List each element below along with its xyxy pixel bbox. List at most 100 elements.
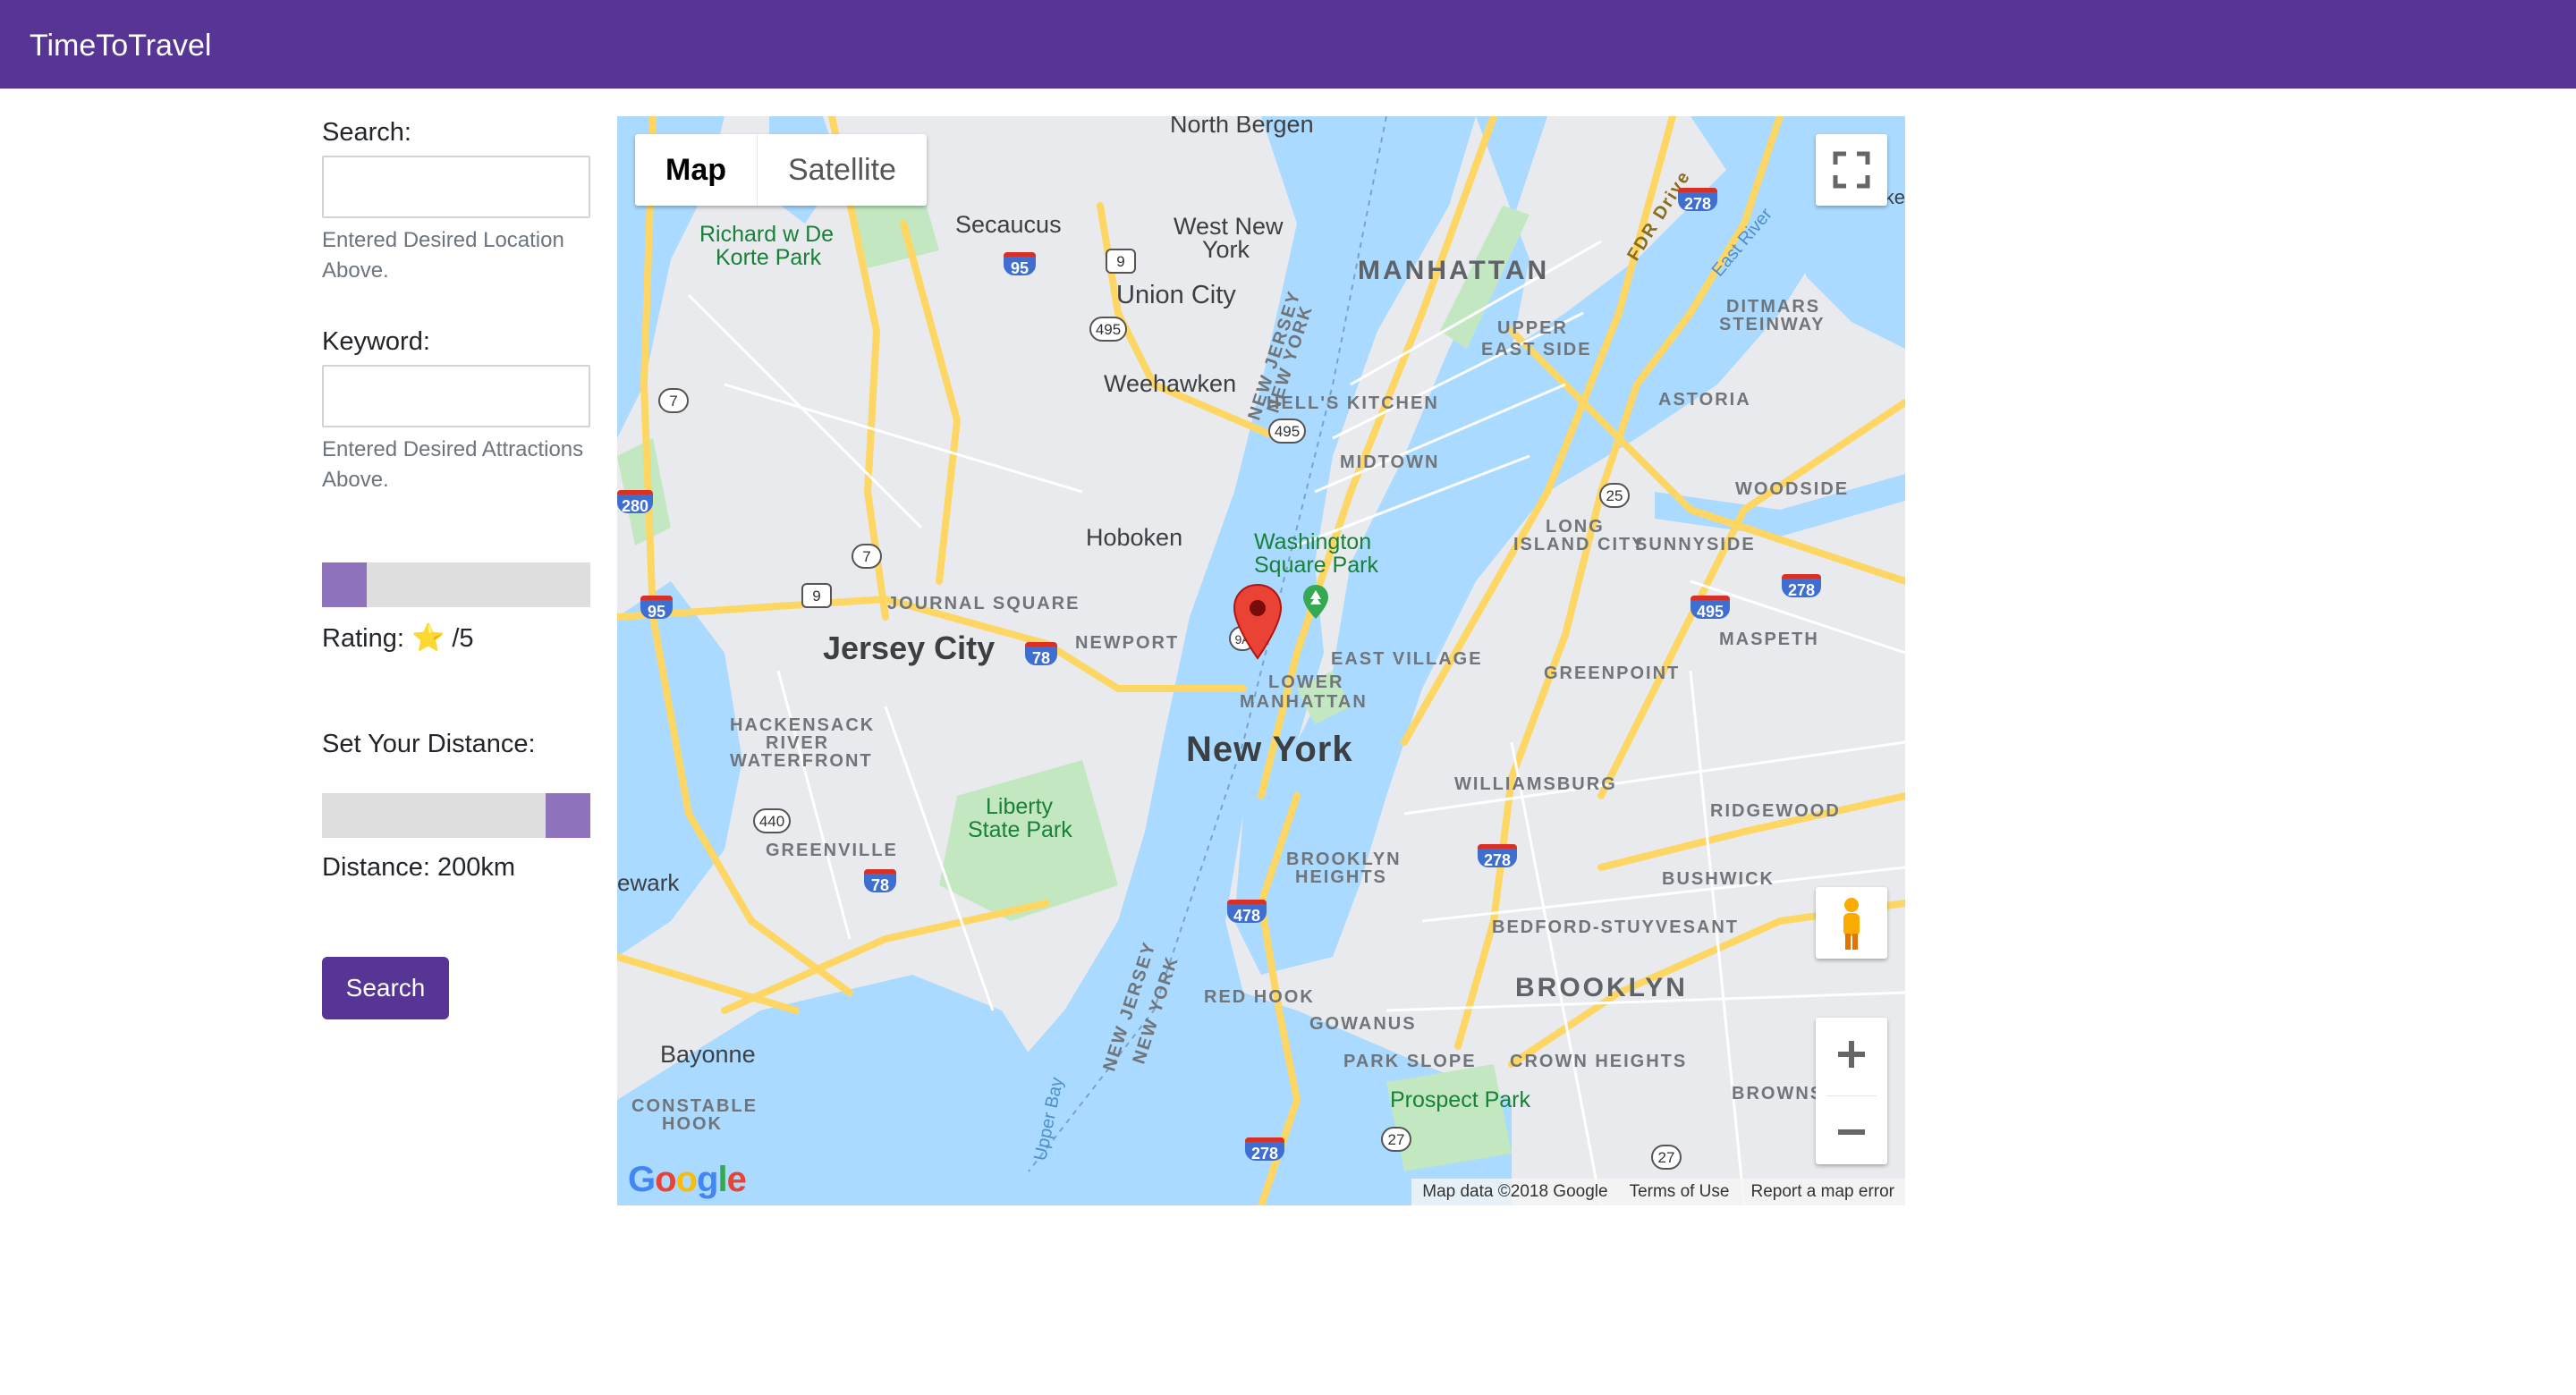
- interstate-shield-icon: 280: [617, 490, 653, 515]
- route-shield-icon: 7: [658, 388, 689, 413]
- street-view-pegman-button[interactable]: [1816, 887, 1887, 959]
- keyword-help-text: Entered Desired Attractions Above.: [322, 437, 584, 492]
- report-map-error-link[interactable]: Report a map error: [1750, 1179, 1894, 1205]
- route-shield-icon: 495: [1089, 317, 1127, 342]
- map-label-astoria: ASTORIA: [1658, 390, 1751, 410]
- map-label-maspeth: MASPETH: [1719, 630, 1819, 649]
- distance-slider-thumb[interactable]: [546, 793, 590, 838]
- map-label-washington-2: Square Park: [1254, 553, 1378, 578]
- zoom-in-button[interactable]: [1816, 1018, 1887, 1091]
- route-shield-icon: 440: [753, 808, 791, 833]
- map-label-ridgewood: RIDGEWOOD: [1710, 801, 1841, 821]
- map-label-liberty-1: Liberty: [986, 794, 1054, 819]
- map-label-lower-manhattan-2: MANHATTAN: [1240, 692, 1368, 712]
- map-label-lower-manhattan-1: LOWER: [1268, 672, 1344, 692]
- map-label-hackensack-3: WATERFRONT: [730, 751, 873, 771]
- map-type-control: Map Satellite: [635, 134, 927, 206]
- map-label-east-village: EAST VILLAGE: [1331, 649, 1483, 669]
- map-label-liberty-2: State Park: [968, 817, 1072, 842]
- map-label-prospect-park: Prospect Park: [1390, 1087, 1531, 1112]
- map-type-map-button[interactable]: Map: [635, 134, 758, 206]
- pegman-icon: [1843, 898, 1860, 950]
- zoom-control: [1816, 1018, 1887, 1164]
- interstate-shield-icon: 478: [1227, 900, 1267, 925]
- route-shield-icon: 27: [1651, 1145, 1682, 1170]
- map-label-woodside: WOODSIDE: [1735, 479, 1850, 499]
- map-label-upper-east-2: EAST SIDE: [1481, 340, 1592, 359]
- distance-title: Set Your Distance:: [322, 730, 536, 758]
- map-label-weehawken: Weehawken: [1104, 370, 1237, 397]
- rating-slider[interactable]: [322, 562, 590, 607]
- keyword-input[interactable]: [322, 365, 590, 427]
- map-label-manhattan: MANHATTAN: [1358, 256, 1550, 285]
- map-label-new-york: New York: [1186, 730, 1353, 769]
- search-help-text: Entered Desired Location Above.: [322, 228, 564, 283]
- brand-logo-text[interactable]: TimeToTravel: [30, 0, 211, 89]
- route-shield-icon: 25: [1599, 483, 1630, 508]
- map-label-williamsburg: WILLIAMSBURG: [1454, 774, 1617, 794]
- map-label-bushwick: BUSHWICK: [1662, 869, 1775, 889]
- google-logo[interactable]: Google: [628, 1160, 747, 1200]
- map-view[interactable]: North Bergen Secaucus Richard w De Korte…: [617, 116, 1905, 1205]
- interstate-shield-icon: 278: [1478, 844, 1517, 869]
- map-label-brooklyn: BROOKLYN: [1515, 973, 1688, 1002]
- map-label-newport: NEWPORT: [1075, 633, 1180, 653]
- rating-label: Rating: ⭐ /5: [322, 622, 474, 654]
- interstate-shield-icon: 95: [1004, 252, 1036, 277]
- interstate-shield-icon: 78: [1025, 642, 1057, 667]
- map-label-upper-east-1: UPPER: [1497, 318, 1568, 338]
- map-label-bedford: BEDFORD-STUYVESANT: [1492, 917, 1740, 937]
- map-label-greenville: GREENVILLE: [766, 841, 898, 860]
- map-label-greenpoint: GREENPOINT: [1544, 664, 1681, 683]
- search-input[interactable]: [322, 156, 590, 218]
- route-shield-icon: 495: [1268, 418, 1306, 444]
- map-label-red-hook: RED HOOK: [1204, 987, 1315, 1007]
- map-label-ditmars-2: STEINWAY: [1719, 315, 1826, 334]
- terms-of-use-link[interactable]: Terms of Use: [1630, 1179, 1730, 1205]
- fullscreen-button[interactable]: [1816, 134, 1887, 206]
- us-route-shield-icon: 9: [1106, 249, 1136, 274]
- map-label-brooklyn-heights-2: HEIGHTS: [1295, 867, 1387, 887]
- interstate-shield-icon: 278: [1782, 574, 1821, 599]
- interstate-shield-icon: 278: [1678, 188, 1717, 213]
- rating-label-prefix: Rating:: [322, 624, 404, 653]
- map-attribution: Map data ©2018 Google Terms of Use Repor…: [1411, 1179, 1905, 1205]
- map-label-park-slope: PARK SLOPE: [1343, 1052, 1477, 1071]
- map-label-long-island-2: ISLAND CITY: [1513, 535, 1646, 554]
- map-label-jersey-city: Jersey City: [823, 630, 996, 666]
- map-label-north-bergen: North Bergen: [1170, 116, 1314, 138]
- map-label-union-city: Union City: [1116, 281, 1236, 309]
- rating-label-suffix: /5: [452, 624, 474, 653]
- map-label-ewark: ewark: [617, 869, 680, 896]
- map-label-richard: Richard w De: [699, 222, 835, 247]
- search-button[interactable]: Search: [322, 957, 449, 1019]
- distance-label: Distance: 200km: [322, 853, 515, 882]
- route-shield-icon: 7: [852, 544, 882, 569]
- map-label-bayonne: Bayonne: [660, 1041, 756, 1068]
- map-label-hells-kitchen: HELL'S KITCHEN: [1267, 393, 1439, 413]
- map-label-sunnyside: SUNNYSIDE: [1635, 535, 1756, 554]
- park-marker-icon[interactable]: [1302, 585, 1329, 621]
- interstate-shield-icon: 278: [1245, 1137, 1284, 1162]
- keyword-label: Keyword:: [322, 327, 430, 356]
- rating-slider-thumb[interactable]: [322, 562, 367, 607]
- map-label-washington-1: Washington: [1254, 529, 1372, 554]
- zoom-out-button[interactable]: [1816, 1096, 1887, 1168]
- navbar: TimeToTravel: [0, 0, 2576, 89]
- map-label-secaucus: Secaucus: [955, 211, 1062, 238]
- distance-slider[interactable]: [322, 793, 590, 838]
- search-label: Search:: [322, 118, 411, 147]
- map-label-gowanus: GOWANUS: [1309, 1014, 1417, 1034]
- map-label-korte: Korte Park: [716, 245, 822, 270]
- map-label-journal-square: JOURNAL SQUARE: [887, 594, 1080, 613]
- interstate-shield-icon: 495: [1690, 596, 1730, 621]
- star-icon: ⭐: [411, 623, 445, 653]
- fullscreen-icon: [1833, 151, 1870, 189]
- map-label-crown-heights: CROWN HEIGHTS: [1510, 1052, 1688, 1071]
- map-base-layer: [617, 116, 1905, 1205]
- map-label-midtown: MIDTOWN: [1340, 452, 1440, 472]
- route-shield-icon: 27: [1381, 1127, 1411, 1152]
- location-pin-icon[interactable]: [1233, 583, 1283, 660]
- map-data-text: Map data ©2018 Google: [1422, 1182, 1608, 1201]
- map-type-satellite-button[interactable]: Satellite: [758, 134, 927, 206]
